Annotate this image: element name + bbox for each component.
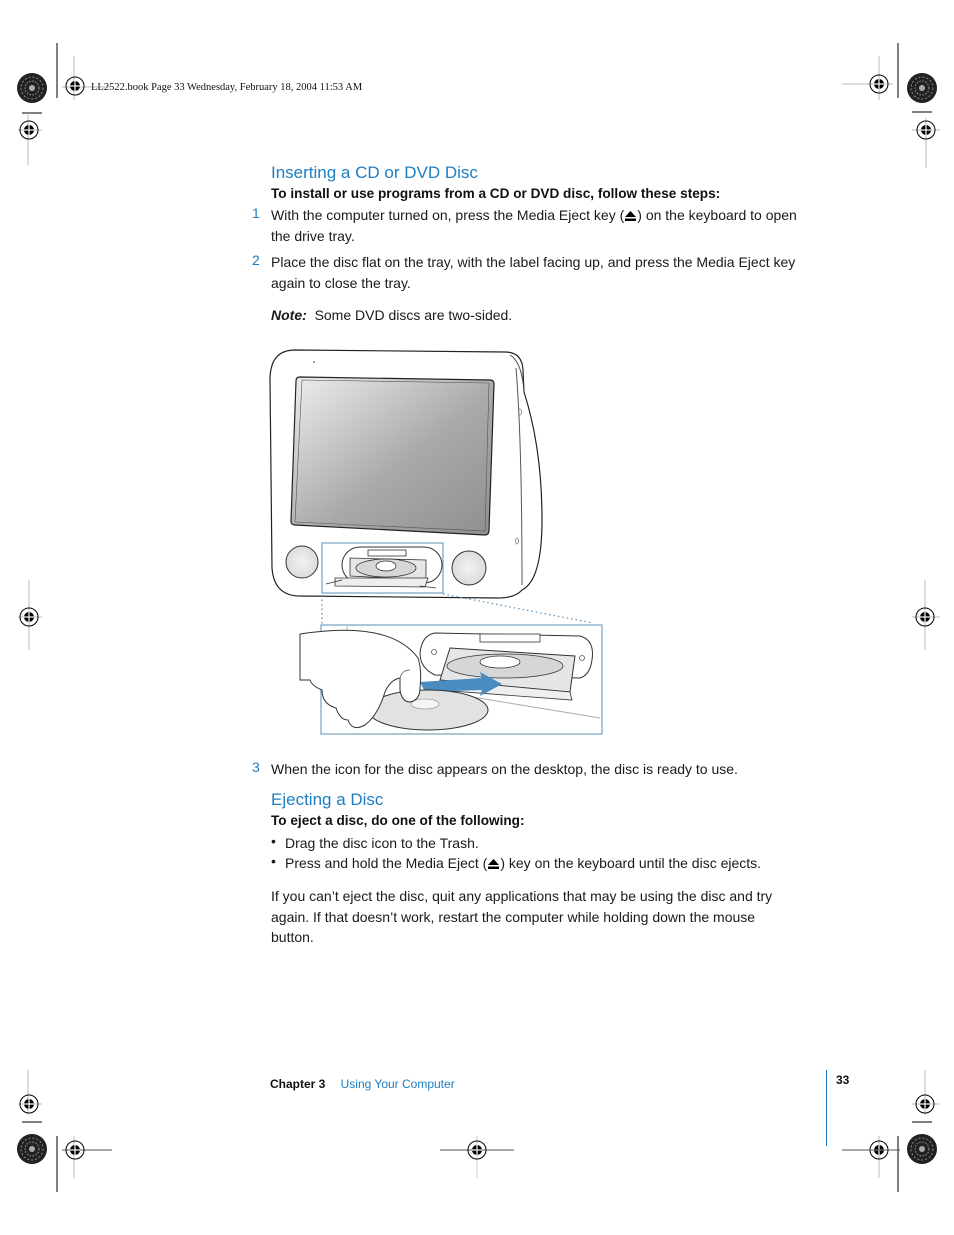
note: Note: Some DVD discs are two-sided. [271,305,512,326]
disc-icon [367,689,489,731]
starburst-icon [16,72,48,104]
footer-chapter-title: Using Your Computer [340,1077,455,1091]
section-lead-inserting: To install or use programs from a CD or … [271,186,721,201]
starburst-icon [16,1133,48,1165]
print-slug: LL2522.book Page 33 Wednesday, February … [91,82,363,93]
step-text: With the computer turned on, press the M… [271,205,831,246]
emac-disc-tray-illustration [269,349,603,735]
footer-divider [826,1070,827,1146]
starburst-icon [906,72,938,104]
paragraph-line: button. [271,929,314,945]
eject-icon [488,859,500,869]
bullet-icon: • [271,833,276,849]
step-text-part: ) on the keyboard to open [637,207,797,223]
step-text: When the icon for the disc appears on th… [271,761,738,777]
speaker-grille-right [451,550,487,586]
step-text-line: again to close the tray. [271,274,411,291]
starburst-icon [906,1133,938,1165]
section-heading-inserting: Inserting a CD or DVD Disc [271,163,478,182]
step-text-line: Place the disc flat on the tray, with th… [271,254,796,270]
bullet-item: Press and hold the Media Eject ( ) key on… [285,853,761,874]
footer-chapter-info: Chapter 3 Using Your Computer [270,1073,455,1092]
troubleshoot-paragraph: If you can’t eject the disc, quit any ap… [271,886,831,948]
paragraph-line: If you can’t eject the disc, quit any ap… [271,888,773,904]
step-text-part: With the computer turned on, press the M… [271,207,625,223]
eject-icon [625,211,637,221]
note-text: Some DVD discs are two-sided. [314,307,513,323]
page-number: 33 [836,1073,850,1087]
speaker-grille-left [285,545,319,579]
bullet-icon: • [271,853,276,869]
footer-chapter: Chapter 3 [270,1077,326,1091]
step-number: 3 [252,759,260,775]
section-heading-ejecting: Ejecting a Disc [271,790,384,809]
bullet-item: Drag the disc icon to the Trash. [285,835,479,851]
paragraph-line: again. If that doesn’t work, restart the… [271,908,756,925]
section-lead-ejecting: To eject a disc, do one of the following… [271,813,525,828]
step-text-line: the drive tray. [271,227,355,244]
bullet-text-part: Press and hold the Media Eject ( [285,855,488,871]
emac-screen [290,376,495,536]
note-label: Note: [271,307,307,323]
step-text: Place the disc flat on the tray, with th… [271,252,831,293]
step-number: 2 [252,252,260,268]
bullet-text-part: ) key on the keyboard until the disc eje… [500,855,762,871]
registration-mark-icon [65,76,85,96]
inset-detail [299,624,603,735]
step-number: 1 [252,205,260,221]
